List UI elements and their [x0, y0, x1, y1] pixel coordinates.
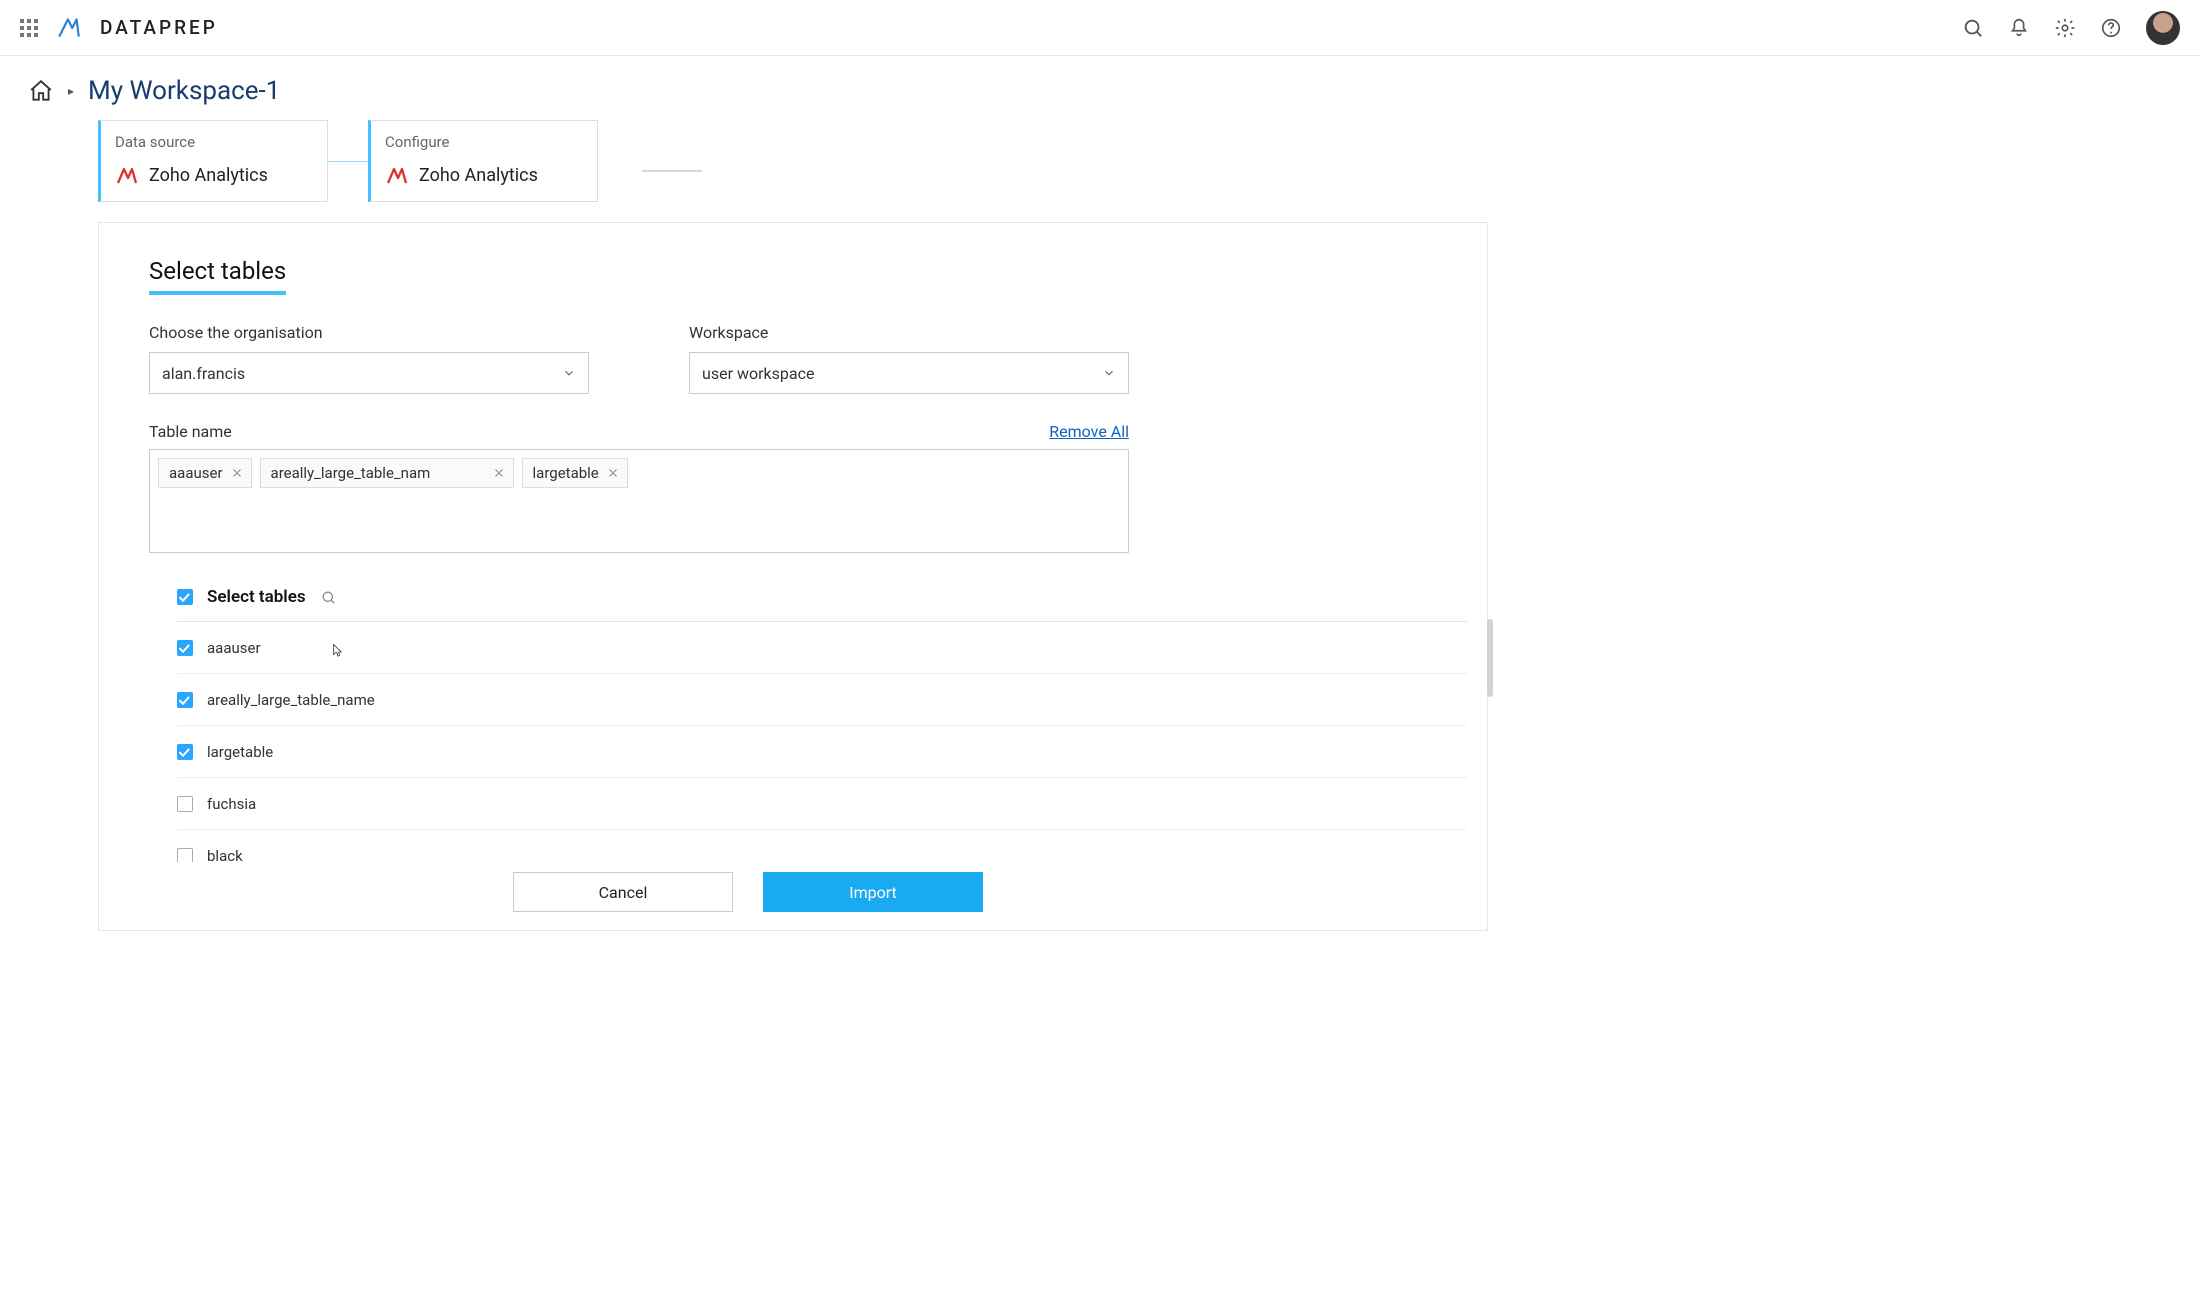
list-body[interactable]: aaauser areally_large_table_name largeta… — [177, 622, 1467, 862]
close-icon[interactable] — [493, 467, 505, 479]
help-icon[interactable] — [2100, 17, 2122, 39]
dataprep-logo-icon — [56, 15, 82, 41]
organisation-label: Choose the organisation — [149, 323, 589, 342]
bell-icon[interactable] — [2008, 17, 2030, 39]
step-label: Data source — [115, 133, 313, 151]
step-configure[interactable]: Configure Zoho Analytics — [368, 120, 598, 202]
cancel-button[interactable]: Cancel — [513, 872, 733, 912]
row-label: fuchsia — [207, 795, 256, 813]
select-all-checkbox[interactable] — [177, 589, 193, 605]
app-header: DATAPREP — [0, 0, 2200, 56]
tablename-label: Table name — [149, 422, 232, 441]
breadcrumb-title[interactable]: My Workspace-1 — [88, 76, 280, 106]
table-tag: areally_large_table_nam — [260, 458, 514, 488]
header-right — [1962, 11, 2180, 45]
form-row: Choose the organisation alan.francis Wor… — [149, 323, 1437, 394]
search-icon[interactable] — [1962, 17, 1984, 39]
list-title: Select tables — [207, 587, 306, 607]
home-icon[interactable] — [28, 78, 54, 104]
step-data-source[interactable]: Data source Zoho Analytics — [98, 120, 328, 202]
workspace-value: user workspace — [702, 364, 814, 383]
avatar[interactable] — [2146, 11, 2180, 45]
tablename-tag-input[interactable]: aaauser areally_large_table_nam largetab… — [149, 449, 1129, 553]
step-name: Zoho Analytics — [419, 165, 538, 186]
step-name: Zoho Analytics — [149, 165, 268, 186]
breadcrumb: ▸ My Workspace-1 — [0, 56, 2200, 120]
workspace-label: Workspace — [689, 323, 1129, 342]
zoho-analytics-icon — [385, 163, 409, 187]
tag-label: aaauser — [169, 464, 223, 482]
search-icon[interactable] — [320, 589, 337, 606]
table-row[interactable]: largetable — [177, 726, 1467, 778]
tag-label: largetable — [533, 464, 599, 482]
action-buttons: Cancel Import — [59, 862, 1437, 930]
step-connector — [328, 161, 368, 162]
table-row[interactable]: fuchsia — [177, 778, 1467, 830]
row-checkbox[interactable] — [177, 848, 193, 862]
row-label: areally_large_table_name — [207, 691, 375, 709]
row-checkbox[interactable] — [177, 744, 193, 760]
close-icon[interactable] — [231, 467, 243, 479]
step-label: Configure — [385, 133, 583, 151]
organisation-value: alan.francis — [162, 364, 245, 383]
gear-icon[interactable] — [2054, 17, 2076, 39]
select-tables-list: Select tables aaauser areally_large_tabl… — [177, 587, 1467, 862]
table-tag: largetable — [522, 458, 628, 488]
zoho-analytics-icon — [115, 163, 139, 187]
row-checkbox[interactable] — [177, 640, 193, 656]
list-header: Select tables — [177, 587, 1467, 622]
row-label: aaauser — [207, 639, 261, 657]
cursor-pointer-icon — [327, 642, 347, 662]
row-checkbox[interactable] — [177, 692, 193, 708]
step-pending-line — [642, 170, 702, 172]
scrollbar-thumb[interactable] — [1487, 619, 1493, 697]
table-row[interactable]: aaauser — [177, 622, 1467, 674]
close-icon[interactable] — [607, 467, 619, 479]
import-button[interactable]: Import — [763, 872, 983, 912]
header-left: DATAPREP — [20, 15, 218, 41]
tag-label: areally_large_table_nam — [271, 464, 431, 482]
apps-grid-icon[interactable] — [20, 19, 38, 37]
organisation-field: Choose the organisation alan.francis — [149, 323, 589, 394]
app-title: DATAPREP — [100, 16, 218, 39]
row-label: largetable — [207, 743, 273, 761]
workspace-select[interactable]: user workspace — [689, 352, 1129, 394]
table-row[interactable]: black — [177, 830, 1467, 862]
table-row[interactable]: areally_large_table_name — [177, 674, 1467, 726]
workspace-field: Workspace user workspace — [689, 323, 1129, 394]
select-tables-panel: Select tables Choose the organisation al… — [98, 222, 1488, 931]
step-cards: Data source Zoho Analytics Configure Zoh… — [0, 120, 2200, 222]
remove-all-link[interactable]: Remove All — [1049, 422, 1129, 441]
table-tag: aaauser — [158, 458, 252, 488]
tablename-header-row: Table name Remove All — [149, 422, 1129, 441]
row-checkbox[interactable] — [177, 796, 193, 812]
row-label: black — [207, 847, 243, 862]
breadcrumb-separator-icon: ▸ — [68, 84, 74, 98]
organisation-select[interactable]: alan.francis — [149, 352, 589, 394]
chevron-down-icon — [1102, 366, 1116, 380]
panel-title: Select tables — [149, 257, 286, 295]
chevron-down-icon — [562, 366, 576, 380]
